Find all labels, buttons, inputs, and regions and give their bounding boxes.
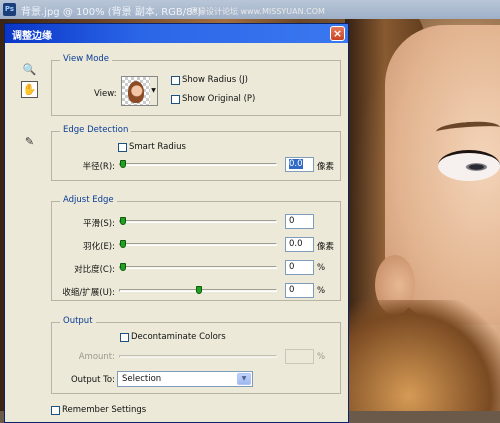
close-button[interactable]: × — [330, 26, 345, 41]
contrast-input[interactable]: 0 — [285, 260, 314, 275]
adjust-edge-legend: Adjust Edge — [60, 195, 117, 205]
photoshop-icon: Ps — [3, 3, 16, 16]
radius-unit: 像素 — [317, 162, 335, 172]
radius-label: 半径(R): — [82, 162, 115, 172]
contrast-slider[interactable] — [119, 263, 277, 271]
contrast-label: 对比度(C): — [74, 265, 115, 275]
hand-tool-icon[interactable]: ✋ — [21, 81, 38, 98]
view-label: View: — [94, 89, 117, 99]
radius-input[interactable]: 0.0 — [285, 157, 314, 172]
shift-edge-label: 收缩/扩展(U): — [62, 288, 115, 298]
show-original-label[interactable]: Show Original (P) — [182, 94, 255, 104]
amount-input[interactable] — [285, 349, 314, 364]
shift-edge-unit: % — [317, 286, 326, 296]
view-mode-group: View Mode — [51, 54, 341, 116]
show-radius-checkbox[interactable] — [171, 76, 180, 85]
feather-input[interactable]: 0.0 — [285, 237, 314, 252]
output-to-label: Output To: — [70, 375, 115, 385]
shift-edge-slider-thumb[interactable] — [196, 286, 202, 294]
zoom-tool-icon[interactable]: 🔍 — [21, 62, 38, 79]
refine-edge-dialog: 调整边缘 × 🔍 ✋ ✎ View Mode View: ▼ Show Radi… — [4, 23, 349, 423]
chevron-down-icon[interactable]: ▼ — [237, 373, 251, 385]
smooth-slider-thumb[interactable] — [120, 217, 126, 225]
view-thumbnail[interactable] — [121, 76, 151, 106]
shift-edge-input[interactable]: 0 — [285, 283, 314, 298]
radius-slider-thumb[interactable] — [120, 160, 126, 168]
dialog-title-bar[interactable]: 调整边缘 × — [5, 24, 348, 43]
document-title: 背景.jpg @ 100% (背景 副本, RGB/8*) — [21, 7, 202, 18]
smooth-input[interactable]: 0 — [285, 214, 314, 229]
feather-slider[interactable] — [119, 240, 277, 248]
shift-edge-slider[interactable] — [119, 286, 277, 294]
show-original-checkbox[interactable] — [171, 95, 180, 104]
edge-detection-group: Edge Detection — [51, 125, 341, 181]
smooth-slider[interactable] — [119, 217, 277, 225]
radius-slider[interactable] — [119, 160, 277, 168]
output-legend: Output — [60, 316, 96, 326]
smart-radius-checkbox[interactable] — [118, 143, 127, 152]
show-radius-label[interactable]: Show Radius (J) — [182, 75, 248, 85]
view-mode-legend: View Mode — [60, 54, 113, 64]
feather-label: 羽化(E): — [83, 242, 115, 252]
remember-settings-label[interactable]: Remember Settings — [62, 405, 146, 415]
view-dropdown-arrow-icon[interactable]: ▼ — [150, 76, 158, 106]
smooth-label: 平滑(S): — [83, 219, 115, 229]
feather-unit: 像素 — [317, 242, 335, 252]
amount-slider[interactable] — [119, 355, 277, 358]
dialog-title: 调整边缘 — [12, 31, 52, 42]
watermark-text: 思缘设计论坛 www.MISSYUAN.COM — [190, 7, 325, 16]
document-title-bar: Ps 背景.jpg @ 100% (背景 副本, RGB/8*) 思缘设计论坛 … — [0, 0, 500, 19]
decontaminate-colors-label[interactable]: Decontaminate Colors — [131, 332, 226, 342]
feather-slider-thumb[interactable] — [120, 240, 126, 248]
amount-unit: % — [317, 352, 326, 362]
refine-radius-brush-icon[interactable]: ✎ — [21, 134, 38, 151]
amount-label: Amount: — [78, 352, 115, 362]
edge-detection-legend: Edge Detection — [60, 125, 132, 135]
contrast-unit: % — [317, 263, 326, 273]
contrast-slider-thumb[interactable] — [120, 263, 126, 271]
smart-radius-label[interactable]: Smart Radius — [129, 142, 186, 152]
decontaminate-colors-checkbox[interactable] — [120, 333, 129, 342]
output-to-select[interactable]: Selection ▼ — [117, 371, 253, 387]
